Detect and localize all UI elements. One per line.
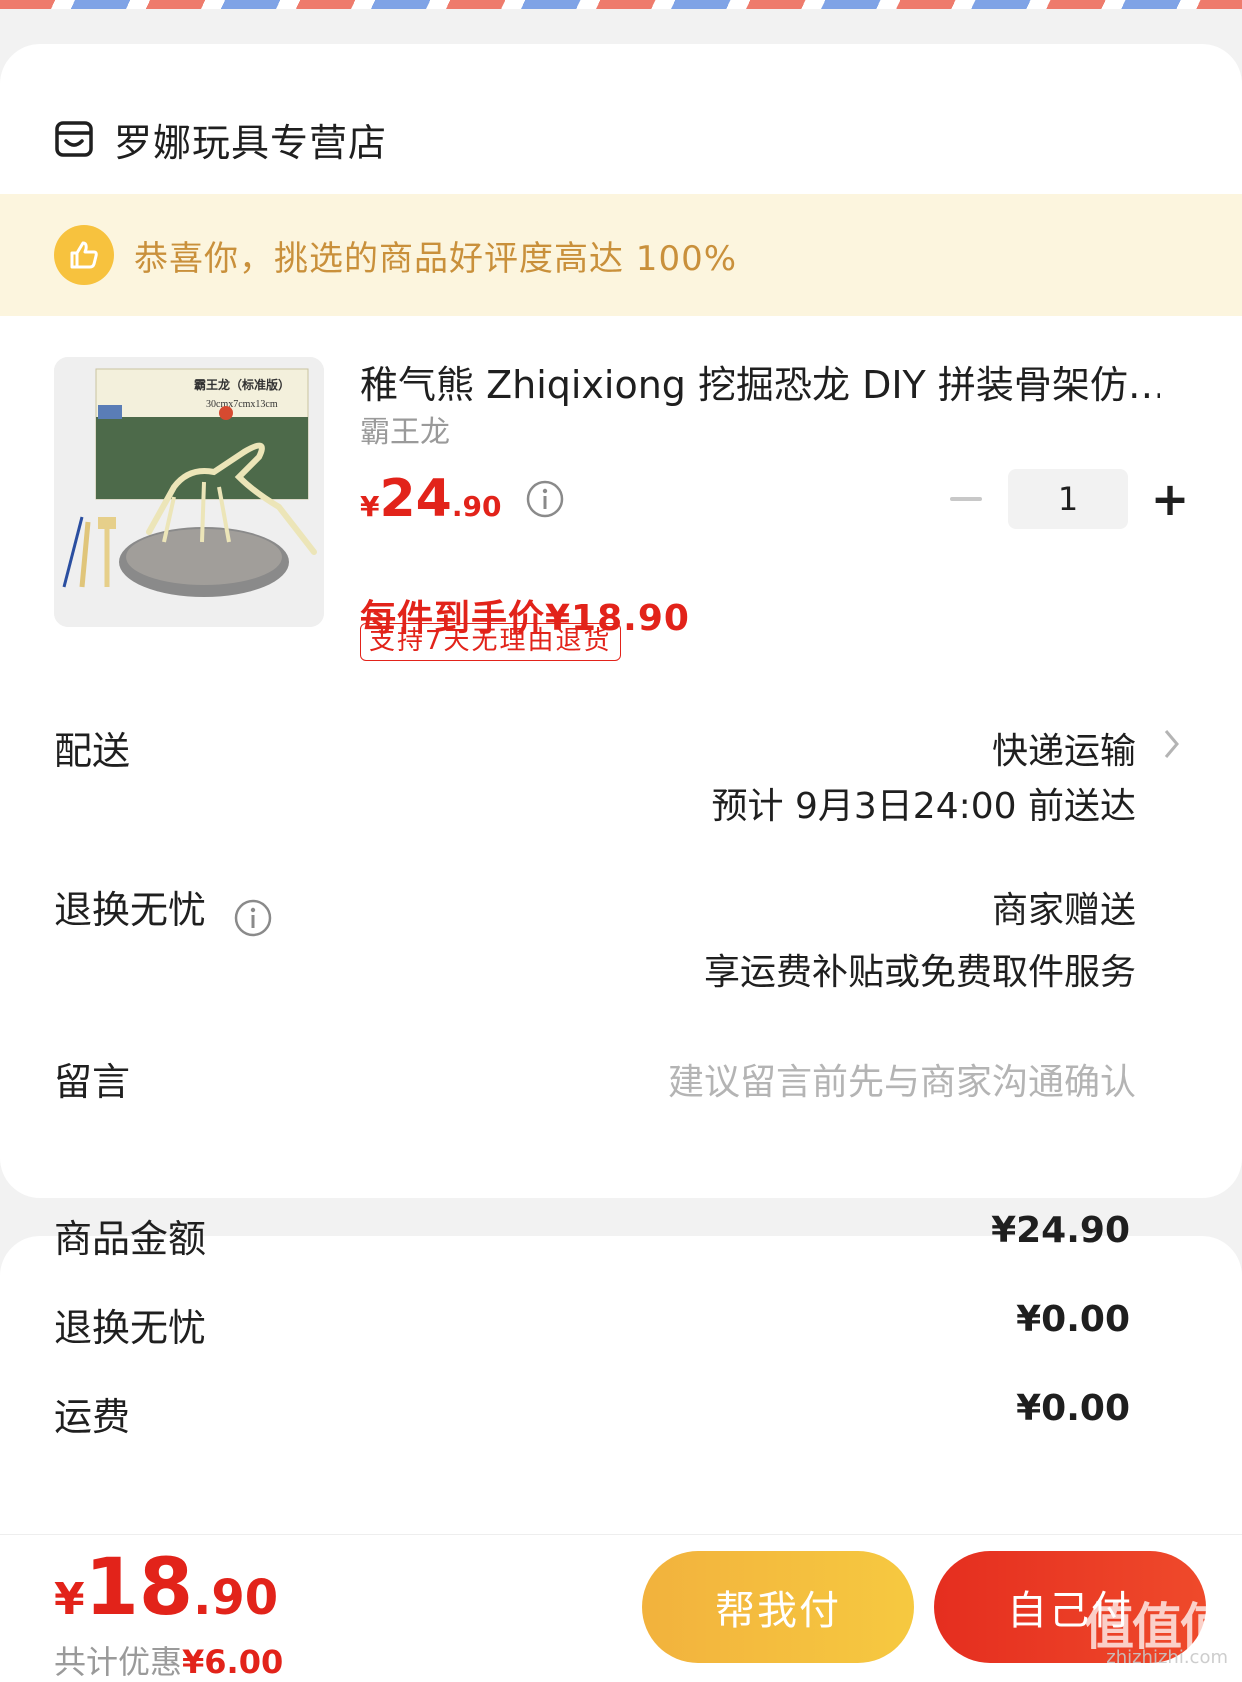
help-pay-button[interactable]: 帮我付 (642, 1551, 914, 1663)
worry-free-detail: 享运费补贴或免费取件服务 (703, 952, 1136, 993)
delivery-label: 配送 (54, 729, 131, 773)
message-input[interactable]: 建议留言前先与商家沟通确认 (668, 1053, 1136, 1105)
summary-label-worry-free: 退换无忧 (54, 1306, 207, 1350)
quantity-increase-button[interactable]: + (1148, 469, 1192, 529)
price-integer: 24 (379, 469, 452, 529)
shop-icon (55, 121, 93, 157)
worry-free-info-icon[interactable] (233, 898, 273, 938)
summary-value-goods: ¥24.90 (991, 1210, 1130, 1251)
worry-free-label: 退换无忧 (54, 888, 207, 932)
quantity-input[interactable]: 1 (1008, 469, 1128, 529)
discount-value: ¥6.00 (182, 1643, 284, 1681)
return-policy-badge: 支持7天无理由退货 (360, 623, 621, 661)
order-card: 罗娜玩具专营店 恭喜你，挑选的商品好评度高达 100% 霸王龙（标准版） 30c… (0, 44, 1242, 1198)
total-symbol: ¥ (54, 1574, 85, 1625)
thumbs-up-icon (54, 225, 114, 285)
summary-value-worry-free: ¥0.00 (1016, 1299, 1130, 1340)
shop-name: 罗娜玩具专营店 (114, 120, 388, 165)
product-image[interactable]: 霸王龙（标准版） 30cmx7cmx13cm (54, 357, 324, 627)
discount-label: 共计优惠 (54, 1643, 183, 1681)
delivery-eta: 预计 9月3日24:00 前送达 (711, 786, 1136, 827)
rating-banner: 恭喜你，挑选的商品好评度高达 100% (0, 194, 1242, 316)
summary-label-shipping: 运费 (54, 1395, 131, 1439)
product-price: ¥ 24 .90 (360, 469, 565, 529)
checkout-bar: ¥ 18 .90 共计优惠¥6.00 帮我付 自己付 值值值 zhizhizhi… (0, 1534, 1242, 1682)
total-integer: 18 (84, 1543, 194, 1633)
price-info-icon[interactable] (525, 479, 565, 519)
total-decimal: .90 (193, 1570, 279, 1626)
box-size: 30cmx7cmx13cm (206, 399, 278, 410)
rating-text: 恭喜你，挑选的商品好评度高达 100% (134, 238, 738, 279)
delivery-method[interactable]: 快递运输 (992, 722, 1136, 774)
message-label: 留言 (54, 1060, 131, 1104)
shop-header[interactable]: 罗娜玩具专营店 (54, 104, 387, 174)
price-decimal: .90 (451, 490, 502, 523)
box-title: 霸王龙（标准版） (194, 377, 290, 392)
airmail-stripe (0, 0, 1242, 9)
summary-value-shipping: ¥0.00 (1016, 1388, 1130, 1429)
price-symbol: ¥ (360, 490, 380, 523)
summary-label-goods: 商品金额 (54, 1217, 207, 1261)
worry-free-value: 商家赠送 (991, 890, 1136, 931)
product-title[interactable]: 稚气熊 Zhiqixiong 挖掘恐龙 DIY 拼装骨架仿… (360, 354, 1160, 409)
total-discount: 共计优惠¥6.00 (54, 1637, 283, 1682)
total-price: ¥ 18 .90 (54, 1543, 278, 1633)
quantity-stepper: 1 + (944, 469, 1192, 529)
chevron-right-icon[interactable] (1162, 727, 1182, 761)
watermark-url: zhizhizhi.com (1106, 1647, 1228, 1668)
product-variant[interactable]: 霸王龙 (360, 407, 450, 451)
quantity-decrease-button[interactable] (944, 469, 988, 529)
